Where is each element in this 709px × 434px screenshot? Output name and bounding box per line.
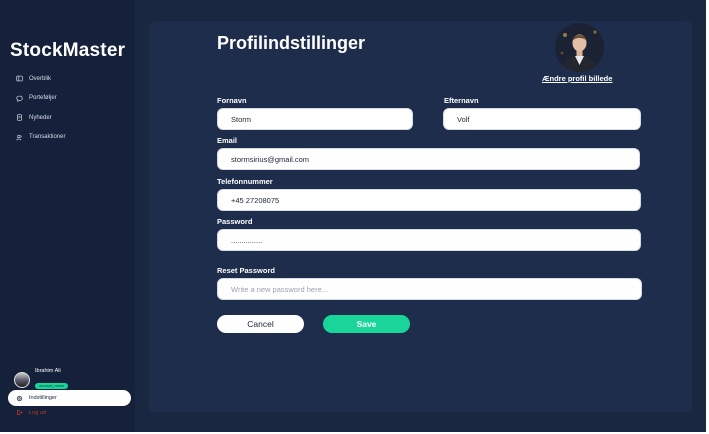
phone-field[interactable]: +45 27208075 (217, 189, 641, 211)
overview-icon (16, 75, 23, 82)
user-name: Ibrahim Ali (35, 368, 61, 374)
email-label: Email (217, 136, 238, 145)
account-badge: account_name (35, 383, 68, 389)
change-photo-link[interactable]: Ændre profil billede (542, 74, 612, 83)
logout-label: Log ud (29, 409, 46, 416)
sidebar-item-label: Nyheder (29, 114, 52, 121)
chat-bubble-icon (16, 95, 23, 102)
profile-photo-image (555, 23, 604, 72)
password-field[interactable]: ............... (217, 229, 641, 251)
reset-password-label: Reset Password (217, 266, 275, 275)
save-button[interactable]: Save (323, 315, 410, 333)
password-label: Password (217, 217, 253, 226)
news-icon (17, 114, 22, 121)
brand-logo: StockMaster (10, 40, 126, 61)
sidebar-item-label: Porteføljer (29, 95, 57, 102)
gear-icon (16, 395, 23, 401)
first-name-input[interactable]: Storm (217, 108, 413, 130)
last-name-input[interactable]: Volf (443, 108, 641, 130)
sidebar-item-transaktioner[interactable]: Transaktioner (0, 128, 135, 148)
sidebar-item-overblik[interactable]: Overblik (0, 69, 135, 89)
sidebar-item-label: Indstillinger (29, 395, 57, 401)
phone-label: Telefonnummer (217, 177, 273, 186)
sidebar-item-nyheder[interactable]: Nyheder (0, 108, 135, 128)
cancel-button[interactable]: Cancel (217, 315, 304, 333)
page-title: Profilindstillinger (217, 33, 366, 53)
sidebar-item-portefoljer[interactable]: Porteføljer (0, 89, 135, 109)
user-profile[interactable]: Ibrahim Ali account_name (14, 368, 68, 392)
sidebar-item-label: Transaktioner (29, 134, 66, 141)
first-name-label: Fornavn (217, 96, 247, 105)
profile-photo[interactable] (555, 23, 604, 72)
email-field[interactable]: stormsirius@gmail.com (217, 148, 640, 170)
last-name-label: Efternavn (444, 96, 479, 105)
logout-icon (17, 410, 23, 415)
sidebar-item-label: Overblik (29, 75, 52, 82)
sidebar-item-indstillinger[interactable]: Indstillinger (8, 390, 131, 406)
app-frame: StockMaster Overblik Porteføljer Nyheder… (0, 0, 706, 432)
sidebar: StockMaster Overblik Porteføljer Nyheder… (0, 0, 135, 432)
reset-password-input[interactable]: Write a new password here... (217, 278, 642, 300)
users-icon (16, 134, 22, 141)
sidebar-nav: Overblik Porteføljer Nyheder Transaktion… (0, 69, 135, 147)
logout-button[interactable]: Log ud (16, 409, 46, 416)
avatar (14, 372, 30, 388)
